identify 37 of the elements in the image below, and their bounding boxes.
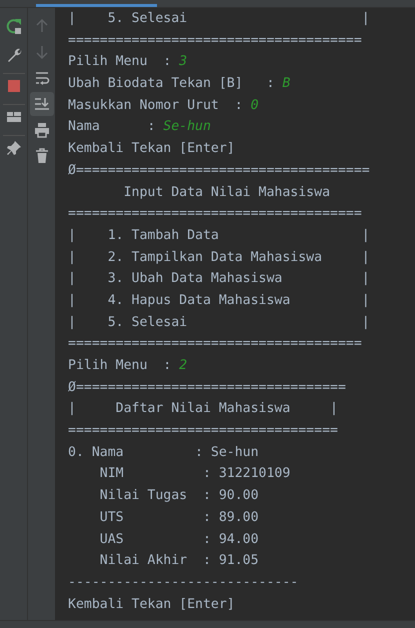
soft-wrap-icon[interactable] <box>34 70 50 86</box>
console-line: Ø================================== <box>68 378 346 397</box>
console-line: | 5. Selesai | <box>68 10 370 28</box>
stop-icon[interactable] <box>6 78 22 94</box>
console-line: Input Data Nilai Mahasiswa <box>122 184 330 202</box>
console-line: Pilih Menu : 2 <box>68 357 188 375</box>
console-line: Pilih Menu : 3 <box>68 53 188 72</box>
console-line: | 3. Ubah Data Mahasiswa | <box>68 270 370 288</box>
trash-icon[interactable] <box>34 148 50 164</box>
layout-icon[interactable] <box>6 109 22 125</box>
console-line: Nama : Se-hun <box>68 118 211 136</box>
console-line: ===================================== <box>68 205 362 224</box>
console-line: UAS : 94.00 <box>98 530 259 548</box>
console-line: ================================== <box>68 422 338 440</box>
console-line: Nilai Akhir : 91.05 <box>98 552 259 570</box>
console-line: Masukkan Nomor Urut : 0 <box>68 96 259 115</box>
console-line: Kembali Tekan [Enter] <box>68 140 235 158</box>
console-line: Nilai Tugas : 90.00 <box>98 487 259 506</box>
console-line: Ø===================================== <box>68 162 370 180</box>
console-line: | 2. Tampilkan Data Mahasiswa | <box>68 248 370 267</box>
console-line: ===================================== <box>68 335 362 354</box>
console-line: UTS : 89.00 <box>98 508 259 527</box>
rerun-icon[interactable] <box>6 18 22 34</box>
console-line: | Daftar Nilai Mahasiswa | <box>68 400 338 418</box>
print-icon[interactable] <box>34 122 50 138</box>
wrench-icon[interactable] <box>6 47 22 63</box>
console-line: | 4. Hapus Data Mahasiswa | <box>68 292 370 310</box>
console-line: Kembali Tekan [Enter] <box>68 596 235 614</box>
console-line: ===================================== <box>68 32 362 50</box>
console-line: | 1. Tambah Data | <box>68 226 370 245</box>
console-line: NIM : 312210109 <box>98 465 290 484</box>
console-line: ----------------------------- <box>68 574 298 592</box>
console-line: 0. Nama : Se-hun <box>68 444 259 462</box>
pin-icon[interactable] <box>6 140 22 156</box>
scroll-to-end-icon[interactable] <box>34 96 50 112</box>
console-line: | 5. Selesai | <box>68 314 370 332</box>
console-line: Ubah Biodata Tekan [B] : B <box>68 75 290 94</box>
